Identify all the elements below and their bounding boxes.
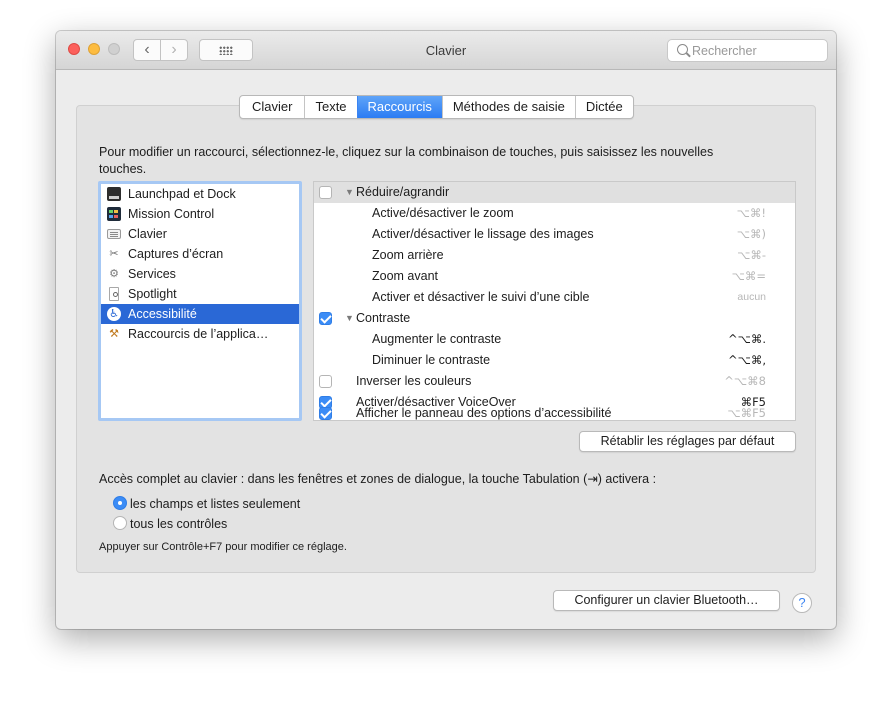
help-button[interactable]: ? bbox=[792, 593, 812, 613]
shortcut-row[interactable]: Inverser les couleurs ^⌥⌘8 bbox=[314, 371, 795, 392]
category-spotlight[interactable]: Spotlight bbox=[101, 284, 299, 304]
shortcut-group-reduire-agrandir[interactable]: ▼ Réduire/agrandir bbox=[314, 182, 795, 203]
shortcut-key[interactable]: ⌥⌘) bbox=[737, 224, 766, 245]
category-label: Launchpad et Dock bbox=[128, 187, 236, 201]
shortcut-label: Activer/désactiver le lissage des images bbox=[372, 227, 594, 241]
category-accessibilite[interactable]: ♿ Accessibilité bbox=[101, 304, 299, 324]
shortcut-row[interactable]: Diminuer le contraste ^⌥⌘, bbox=[314, 350, 795, 371]
disclosure-triangle-icon[interactable]: ▼ bbox=[345, 182, 354, 203]
shortcut-group-contraste[interactable]: ▼ Contraste bbox=[314, 308, 795, 329]
shortcut-row[interactable]: Zoom avant ⌥⌘= bbox=[314, 266, 795, 287]
search-field[interactable] bbox=[667, 39, 828, 62]
category-raccourcis-applications[interactable]: ⚒ Raccourcis de l’applica… bbox=[101, 324, 299, 344]
shortcut-list[interactable]: ▼ Réduire/agrandir Active/désactiver le … bbox=[313, 181, 796, 421]
shortcut-key[interactable]: ^⌥⌘8 bbox=[724, 371, 766, 392]
tab-texte[interactable]: Texte bbox=[304, 96, 356, 118]
category-launchpad-et-dock[interactable]: Launchpad et Dock bbox=[101, 184, 299, 204]
disclosure-triangle-icon[interactable]: ▼ bbox=[345, 308, 354, 329]
mission-control-icon bbox=[107, 207, 121, 221]
instructions-text: Pour modifier un raccourci, sélectionnez… bbox=[99, 145, 714, 176]
shortcut-row[interactable]: Activer/désactiver le lissage des images… bbox=[314, 224, 795, 245]
radio-label: les champs et listes seulement bbox=[130, 497, 301, 511]
category-label: Captures d’écran bbox=[128, 247, 224, 261]
search-icon bbox=[677, 44, 688, 55]
category-label: Accessibilité bbox=[128, 307, 197, 321]
shortcut-checkbox[interactable] bbox=[319, 312, 332, 325]
radio-label: tous les contrôles bbox=[130, 517, 228, 531]
gear-icon: ⚙ bbox=[109, 268, 119, 280]
shortcut-row[interactable]: Zoom arrière ⌥⌘- bbox=[314, 245, 795, 266]
category-label: Services bbox=[128, 267, 176, 281]
shortcut-label: Afficher le panneau des options d’access… bbox=[356, 406, 612, 420]
category-captures-ecran[interactable]: ✂ Captures d’écran bbox=[101, 244, 299, 264]
preferences-window: ‹ › Clavier Clavier Texte Raccourcis Mét… bbox=[56, 31, 836, 629]
shortcut-key[interactable]: ⌥⌘- bbox=[737, 245, 766, 266]
shortcut-label: Réduire/agrandir bbox=[356, 185, 450, 199]
accessibility-icon: ♿ bbox=[107, 307, 121, 321]
shortcut-row[interactable]: Afficher le panneau des options d’access… bbox=[314, 406, 795, 420]
shortcut-checkbox[interactable] bbox=[319, 186, 332, 199]
category-label: Raccourcis de l’applica… bbox=[128, 327, 269, 341]
category-label: Clavier bbox=[128, 227, 167, 241]
shortcut-label: Diminuer le contraste bbox=[372, 353, 491, 367]
screenshot-icon: ✂ bbox=[109, 248, 119, 260]
shortcut-key[interactable]: ⌥⌘= bbox=[732, 266, 766, 287]
shortcut-label: Contraste bbox=[356, 311, 411, 325]
category-clavier[interactable]: Clavier bbox=[101, 224, 299, 244]
tab-clavier[interactable]: Clavier bbox=[240, 96, 304, 118]
shortcut-label: Activer et désactiver le suivi d’une cib… bbox=[372, 290, 590, 304]
launchpad-icon bbox=[107, 187, 121, 201]
category-list[interactable]: Launchpad et Dock Mission Control Clavie… bbox=[98, 181, 302, 421]
category-services[interactable]: ⚙ Services bbox=[101, 264, 299, 284]
category-label: Spotlight bbox=[128, 287, 177, 301]
title-bar: ‹ › Clavier bbox=[56, 31, 836, 70]
full-keyboard-access-note: Appuyer sur Contrôle+F7 pour modifier ce… bbox=[99, 541, 347, 553]
shortcut-label: Active/désactiver le zoom bbox=[372, 206, 514, 220]
category-mission-control[interactable]: Mission Control bbox=[101, 204, 299, 224]
shortcut-checkbox[interactable] bbox=[319, 407, 332, 420]
reset-defaults-button[interactable]: Rétablir les réglages par défaut bbox=[579, 431, 796, 452]
shortcut-key[interactable]: aucun bbox=[737, 287, 766, 308]
search-input[interactable] bbox=[692, 42, 820, 59]
shortcut-label: Zoom avant bbox=[372, 269, 439, 283]
full-keyboard-access-label: Accès complet au clavier : dans les fenê… bbox=[99, 472, 657, 486]
keyboard-icon bbox=[107, 229, 121, 239]
tab-methodes-de-saisie[interactable]: Méthodes de saisie bbox=[441, 96, 575, 118]
tab-dictee[interactable]: Dictée bbox=[574, 96, 633, 118]
shortcut-row[interactable]: Active/désactiver le zoom ⌥⌘! bbox=[314, 203, 795, 224]
shortcut-key[interactable]: ⌥⌘F5 bbox=[727, 403, 766, 420]
app-shortcuts-icon: ⚒ bbox=[109, 328, 119, 340]
setup-bluetooth-keyboard-button[interactable]: Configurer un clavier Bluetooth… bbox=[553, 590, 780, 611]
category-label: Mission Control bbox=[128, 207, 215, 221]
shortcut-checkbox[interactable] bbox=[319, 375, 332, 388]
shortcut-label: Augmenter le contraste bbox=[372, 332, 502, 346]
spotlight-icon bbox=[109, 287, 119, 301]
shortcut-row[interactable]: Activer et désactiver le suivi d’une cib… bbox=[314, 287, 795, 308]
radio-button[interactable] bbox=[113, 496, 127, 510]
shortcut-label: Inverser les couleurs bbox=[356, 374, 472, 388]
radio-button[interactable] bbox=[113, 516, 127, 530]
shortcut-row[interactable]: Augmenter le contraste ^⌥⌘. bbox=[314, 329, 795, 350]
shortcut-label: Zoom arrière bbox=[372, 248, 444, 262]
shortcut-key[interactable]: ⌥⌘! bbox=[737, 203, 766, 224]
shortcut-key[interactable]: ^⌥⌘, bbox=[728, 350, 766, 371]
tab-raccourcis[interactable]: Raccourcis bbox=[356, 96, 442, 118]
tab-bar: Clavier Texte Raccourcis Méthodes de sai… bbox=[239, 95, 634, 119]
shortcut-key[interactable]: ^⌥⌘. bbox=[728, 329, 766, 350]
